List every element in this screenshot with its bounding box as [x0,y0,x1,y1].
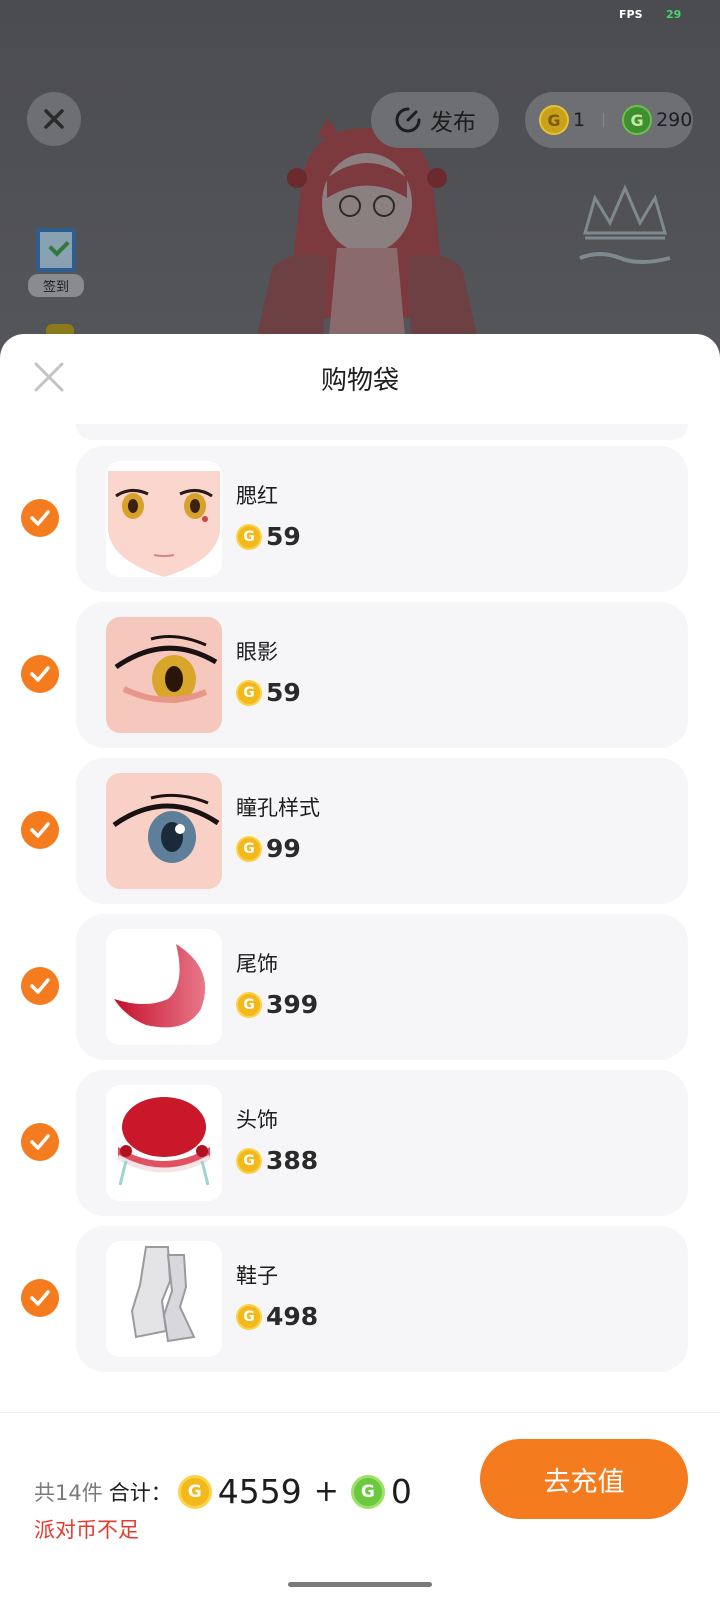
item-checkbox[interactable] [21,811,59,849]
checkmark-icon [30,978,50,994]
checkmark-icon [30,1134,50,1150]
item-checkbox[interactable] [21,1279,59,1317]
checkmark-icon [30,822,50,838]
item-checkbox[interactable] [21,1123,59,1161]
gold-coin-icon: G [539,105,569,135]
checkin-label: 签到 [28,274,84,297]
green-total: 0 [390,1472,412,1511]
item-thumbnail [106,461,222,577]
price-value: 388 [266,1146,319,1175]
gold-coin-icon: G [177,1474,212,1509]
publish-button[interactable]: 发布 [371,92,499,148]
eyeshadow-eye-thumb-icon [114,635,218,703]
avatar-character [252,118,482,358]
home-indicator[interactable] [288,1582,432,1587]
cart-item-row[interactable]: 眼影 G 59 [0,602,720,748]
item-price: G 388 [236,1146,318,1175]
publish-label: 发布 [430,110,476,136]
pupil-eye-thumb-icon [112,793,220,863]
item-price: G 59 [236,678,301,707]
plus-sign: + [313,1474,339,1509]
gold-total: 4559 [217,1472,302,1511]
green-coin-count: 290 [656,109,693,131]
item-name: 尾饰 [236,952,278,976]
green-coin-icon: G [622,105,653,135]
game-scene: FPS 29 发布 G 1 G 290 签到 [0,0,720,360]
price-value: 399 [266,990,319,1019]
red-tail-thumb-icon [114,944,206,1028]
item-thumbnail [106,929,222,1045]
cart-item-row[interactable]: 尾饰 G 399 [0,914,720,1060]
checkout-footer: 共14件 合计： G 4559 + G 0 派对币不足 去充值 [0,1414,720,1554]
item-count: 共14件 [34,1480,103,1505]
item-checkbox[interactable] [21,499,59,537]
item-name: 眼影 [236,640,278,664]
sheet-title: 购物袋 [320,366,399,396]
currency-balance[interactable]: G 1 G 290 [525,92,693,148]
cart-item-row[interactable]: 头饰 G 388 [0,1070,720,1216]
item-card[interactable]: 瞳孔样式 G 99 [76,758,688,904]
gold-coin-icon: G [236,1147,262,1174]
fps-value: 29 [666,8,682,21]
item-price: G 59 [236,522,301,551]
item-name: 腮红 [236,484,278,508]
gold-coin-icon: G [236,991,262,1018]
clipboard-check-icon [36,228,76,272]
fps-label: FPS [619,8,643,21]
close-icon [44,109,64,129]
item-price: G 399 [236,990,318,1019]
checkin-button[interactable]: 签到 [28,228,84,297]
item-thumbnail [106,773,222,889]
footer-divider [0,1412,720,1413]
gold-coin-count: 1 [573,109,586,131]
recharge-button[interactable]: 去充值 [480,1439,688,1519]
previous-card-edge [76,424,688,440]
price-value: 498 [266,1302,319,1331]
item-price: G 99 [236,834,301,863]
price-value: 59 [266,678,301,707]
cart-item-row[interactable]: 腮红 G 59 [0,446,720,592]
cart-item-list[interactable]: 腮红 G 59 眼影 G 59 瞳孔样式 G 99 尾饰 G 399 头饰 G … [0,424,720,1424]
total-label: 合计： [108,1480,172,1505]
gold-coin-icon: G [236,523,262,550]
gold-coin-icon: G [236,1303,262,1330]
total-summary: 共14件 合计： G 4559 + G 0 [34,1472,412,1511]
item-name: 瞳孔样式 [236,796,320,820]
item-card[interactable]: 头饰 G 388 [76,1070,688,1216]
checkmark-icon [30,1290,50,1306]
price-value: 99 [266,834,301,863]
checkmark-icon [30,510,50,526]
checkmark-icon [30,666,50,682]
crown-watermark [579,184,671,264]
shopping-bag-sheet: 购物袋 腮红 G 59 眼影 G 59 瞳孔样式 G 99 尾饰 G 399 头… [0,334,720,1600]
gold-coin-icon: G [236,835,262,862]
item-card[interactable]: 腮红 G 59 [76,446,688,592]
item-price: G 498 [236,1302,318,1331]
item-name: 头饰 [236,1108,278,1132]
item-checkbox[interactable] [21,655,59,693]
item-thumbnail [106,1085,222,1201]
item-checkbox[interactable] [21,967,59,1005]
white-boots-thumb-icon [130,1246,196,1343]
item-card[interactable]: 眼影 G 59 [76,602,688,748]
scene-close-button[interactable] [27,92,81,146]
cart-item-row[interactable]: 瞳孔样式 G 99 [0,758,720,904]
item-thumbnail [106,617,222,733]
currency-divider [603,113,605,127]
gold-coin-icon: G [236,679,262,706]
item-thumbnail [106,1241,222,1357]
item-card[interactable]: 尾饰 G 399 [76,914,688,1060]
item-card[interactable]: 鞋子 G 498 [76,1226,688,1372]
item-name: 鞋子 [236,1264,278,1288]
red-headdress-thumb-icon [116,1097,212,1186]
insufficient-funds-warning: 派对币不足 [34,1518,139,1542]
price-value: 59 [266,522,301,551]
publish-icon [395,107,421,133]
green-coin-icon: G [350,1474,385,1509]
cart-item-row[interactable]: 鞋子 G 498 [0,1226,720,1372]
blush-face-thumb-icon [108,471,220,577]
